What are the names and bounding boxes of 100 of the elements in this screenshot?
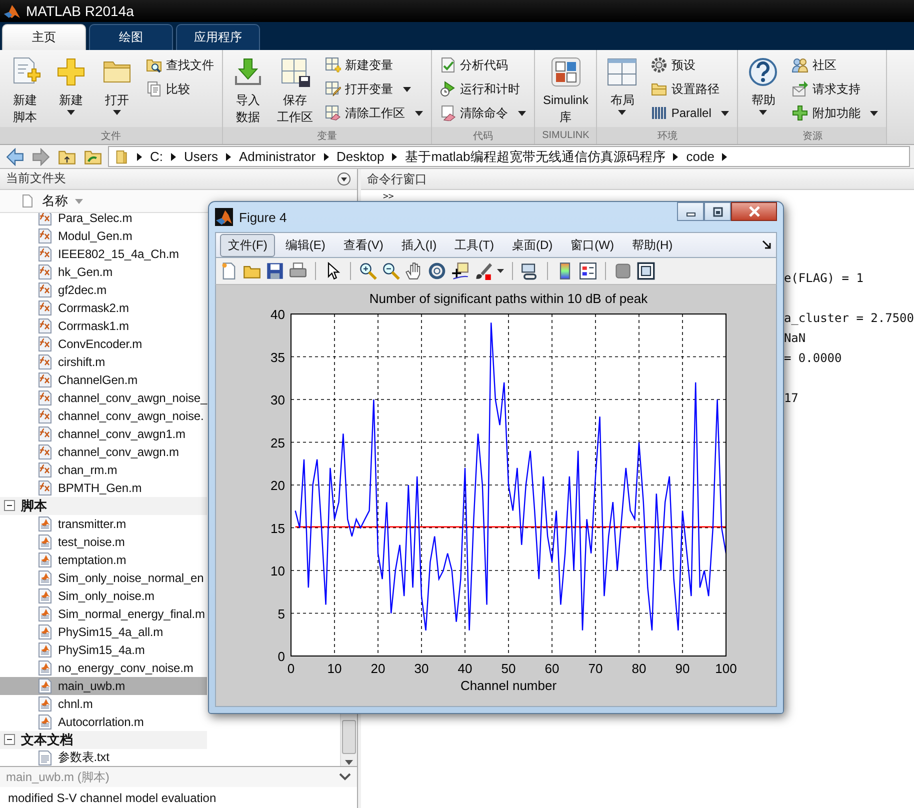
breadcrumb[interactable]: C: <box>150 149 163 164</box>
toolbar-button[interactable] <box>405 262 423 280</box>
ribbon-tab[interactable]: 应用程序 <box>176 24 260 50</box>
file-item[interactable]: PhySim15_4a.m <box>0 640 207 659</box>
ribbon-button[interactable]: 清除工作区 <box>321 102 427 124</box>
file-item[interactable]: cirshift.m <box>0 352 207 371</box>
file-item[interactable]: transmitter.m <box>0 514 207 533</box>
menu-item[interactable]: 工具(T) <box>446 234 502 256</box>
ribbon-tab[interactable]: 绘图 <box>89 24 173 50</box>
file-item[interactable]: Para_Selec.m <box>0 212 207 227</box>
collapse-toggle-icon[interactable] <box>4 734 15 746</box>
scrollbar-thumb[interactable] <box>342 720 356 754</box>
ribbon-button[interactable]: 打开 <box>96 54 138 117</box>
file-description: modified S-V channel model evaluation <box>7 790 218 808</box>
menu-circle-icon[interactable] <box>336 172 351 186</box>
close-button[interactable] <box>731 202 777 221</box>
file-item[interactable]: channel_conv_awgn_noise. <box>0 406 207 425</box>
file-item[interactable]: IEEE802_15_4a_Ch.m <box>0 244 207 263</box>
ribbon-button[interactable]: 设置路径 <box>647 78 734 100</box>
ribbon-button[interactable]: Simulink 库 <box>539 54 592 127</box>
file-item[interactable]: temptation.m <box>0 550 207 569</box>
toolbar-button[interactable] <box>637 262 655 280</box>
menu-item[interactable]: 桌面(D) <box>504 234 561 256</box>
address-bar[interactable]: C: Users Administrator Desktop 基于matlab编程超宽带无线通信仿真源码程序 code <box>108 146 910 167</box>
ribbon-button[interactable]: 帮助 <box>742 54 784 117</box>
ribbon-button[interactable]: 布局 <box>601 54 644 117</box>
file-item[interactable]: Autocorrlation.m <box>0 712 207 731</box>
toolbar-button[interactable] <box>266 262 284 280</box>
breadcrumb[interactable]: Administrator <box>238 149 316 164</box>
ribbon-button[interactable]: 导入 数据 <box>227 54 269 127</box>
breadcrumb[interactable]: Desktop <box>336 149 384 164</box>
ribbon-button[interactable]: 社区 <box>788 54 882 76</box>
ribbon-button[interactable]: 清除命令 <box>436 102 530 124</box>
file-item[interactable]: test_noise.m <box>0 532 207 551</box>
file-item[interactable]: chnl.m <box>0 694 207 713</box>
menu-item[interactable]: 窗口(W) <box>562 234 622 256</box>
ribbon-button[interactable]: 预设 <box>647 54 734 76</box>
toolbar-button[interactable] <box>521 262 539 280</box>
ribbon-button[interactable]: 新建 <box>50 54 92 117</box>
window-title: Figure 4 <box>239 210 288 224</box>
file-item[interactable]: no_energy_conv_noise.m <box>0 658 207 677</box>
tick-label: 10 <box>270 564 285 578</box>
back-button[interactable] <box>4 148 26 166</box>
file-item[interactable]: main_uwb.m <box>0 676 207 695</box>
file-item[interactable]: chan_rm.m <box>0 460 207 479</box>
ribbon-button[interactable]: Parallel <box>647 102 734 124</box>
file-item[interactable]: channel_conv_awgn_noise_ <box>0 388 207 407</box>
collapse-toggle-icon[interactable] <box>4 500 15 512</box>
toolbar-button[interactable] <box>474 262 492 280</box>
ribbon-button[interactable]: 附加功能 <box>788 102 882 124</box>
ribbon-tab[interactable]: 主页 <box>2 24 86 50</box>
ribbon-button[interactable]: 请求支持 <box>788 78 882 100</box>
tick-label: 20 <box>270 478 285 493</box>
file-item[interactable]: gf2dec.m <box>0 280 207 299</box>
file-item[interactable]: 参数表.txt <box>0 748 207 766</box>
toolbar-button[interactable] <box>382 262 400 280</box>
toolbar-button[interactable] <box>428 262 446 280</box>
file-item[interactable]: Corrmask2.m <box>0 298 207 317</box>
minimize-button[interactable] <box>677 202 704 221</box>
caret-icon[interactable] <box>497 269 504 273</box>
menu-item[interactable]: 帮助(H) <box>624 234 681 256</box>
column-header[interactable]: 名称 <box>42 192 68 210</box>
ribbon-button[interactable]: 新建变量 <box>321 54 427 76</box>
ribbon-button[interactable]: 查找文件 <box>142 54 218 76</box>
file-item[interactable]: ConvEncoder.m <box>0 334 207 353</box>
brush-icon <box>474 262 492 280</box>
menu-item[interactable]: 文件(F) <box>220 234 276 256</box>
breadcrumb[interactable]: code <box>686 149 714 164</box>
file-item[interactable]: channel_conv_awgn1.m <box>0 424 207 443</box>
toolbar-button[interactable] <box>579 262 597 280</box>
maximize-button[interactable] <box>704 202 731 221</box>
ribbon-button[interactable]: 运行和计时 <box>436 78 530 100</box>
ribbon-button[interactable]: 新建 脚本 <box>4 54 46 127</box>
file-item[interactable]: channel_conv_awgn.m <box>0 442 207 461</box>
file-item[interactable]: Sim_normal_energy_final.m <box>0 604 207 623</box>
file-item[interactable]: ChannelGen.m <box>0 370 207 389</box>
file-item[interactable]: PhySim15_4a_all.m <box>0 622 207 641</box>
file-item[interactable]: Modul_Gen.m <box>0 226 207 245</box>
peak-logo-icon <box>4 3 20 19</box>
breadcrumb[interactable]: 基于matlab编程超宽带无线通信仿真源码程序 <box>405 148 666 166</box>
toolbar-button[interactable] <box>451 262 469 280</box>
file-item[interactable]: BPMTH_Gen.m <box>0 478 207 497</box>
ribbon-button[interactable]: 保存 工作区 <box>273 54 317 127</box>
plus-icon <box>55 56 87 88</box>
file-item[interactable]: Corrmask1.m <box>0 316 207 335</box>
ribbon-button[interactable]: 分析代码 <box>436 54 530 76</box>
file-item[interactable]: Sim_only_noise.m <box>0 586 207 605</box>
menu-item[interactable]: 插入(I) <box>393 234 445 256</box>
breadcrumb[interactable]: Users <box>184 149 218 164</box>
function-file-icon <box>37 246 53 262</box>
chart-title: Number of significant paths within 10 dB of peak <box>369 291 648 306</box>
panel-title: 命令行窗口 <box>366 170 427 188</box>
ribbon-button[interactable]: 打开变量 <box>321 78 427 100</box>
menu-item[interactable]: 编辑(E) <box>277 234 334 256</box>
file-item[interactable]: Sim_only_noise_normal_en <box>0 568 207 587</box>
dock-arrow-icon[interactable] <box>762 240 772 250</box>
menu-item[interactable]: 查看(V) <box>335 234 392 256</box>
file-item[interactable]: hk_Gen.m <box>0 262 207 281</box>
ribbon-button[interactable]: 比较 <box>142 78 218 100</box>
toolbar-button[interactable] <box>359 262 377 280</box>
